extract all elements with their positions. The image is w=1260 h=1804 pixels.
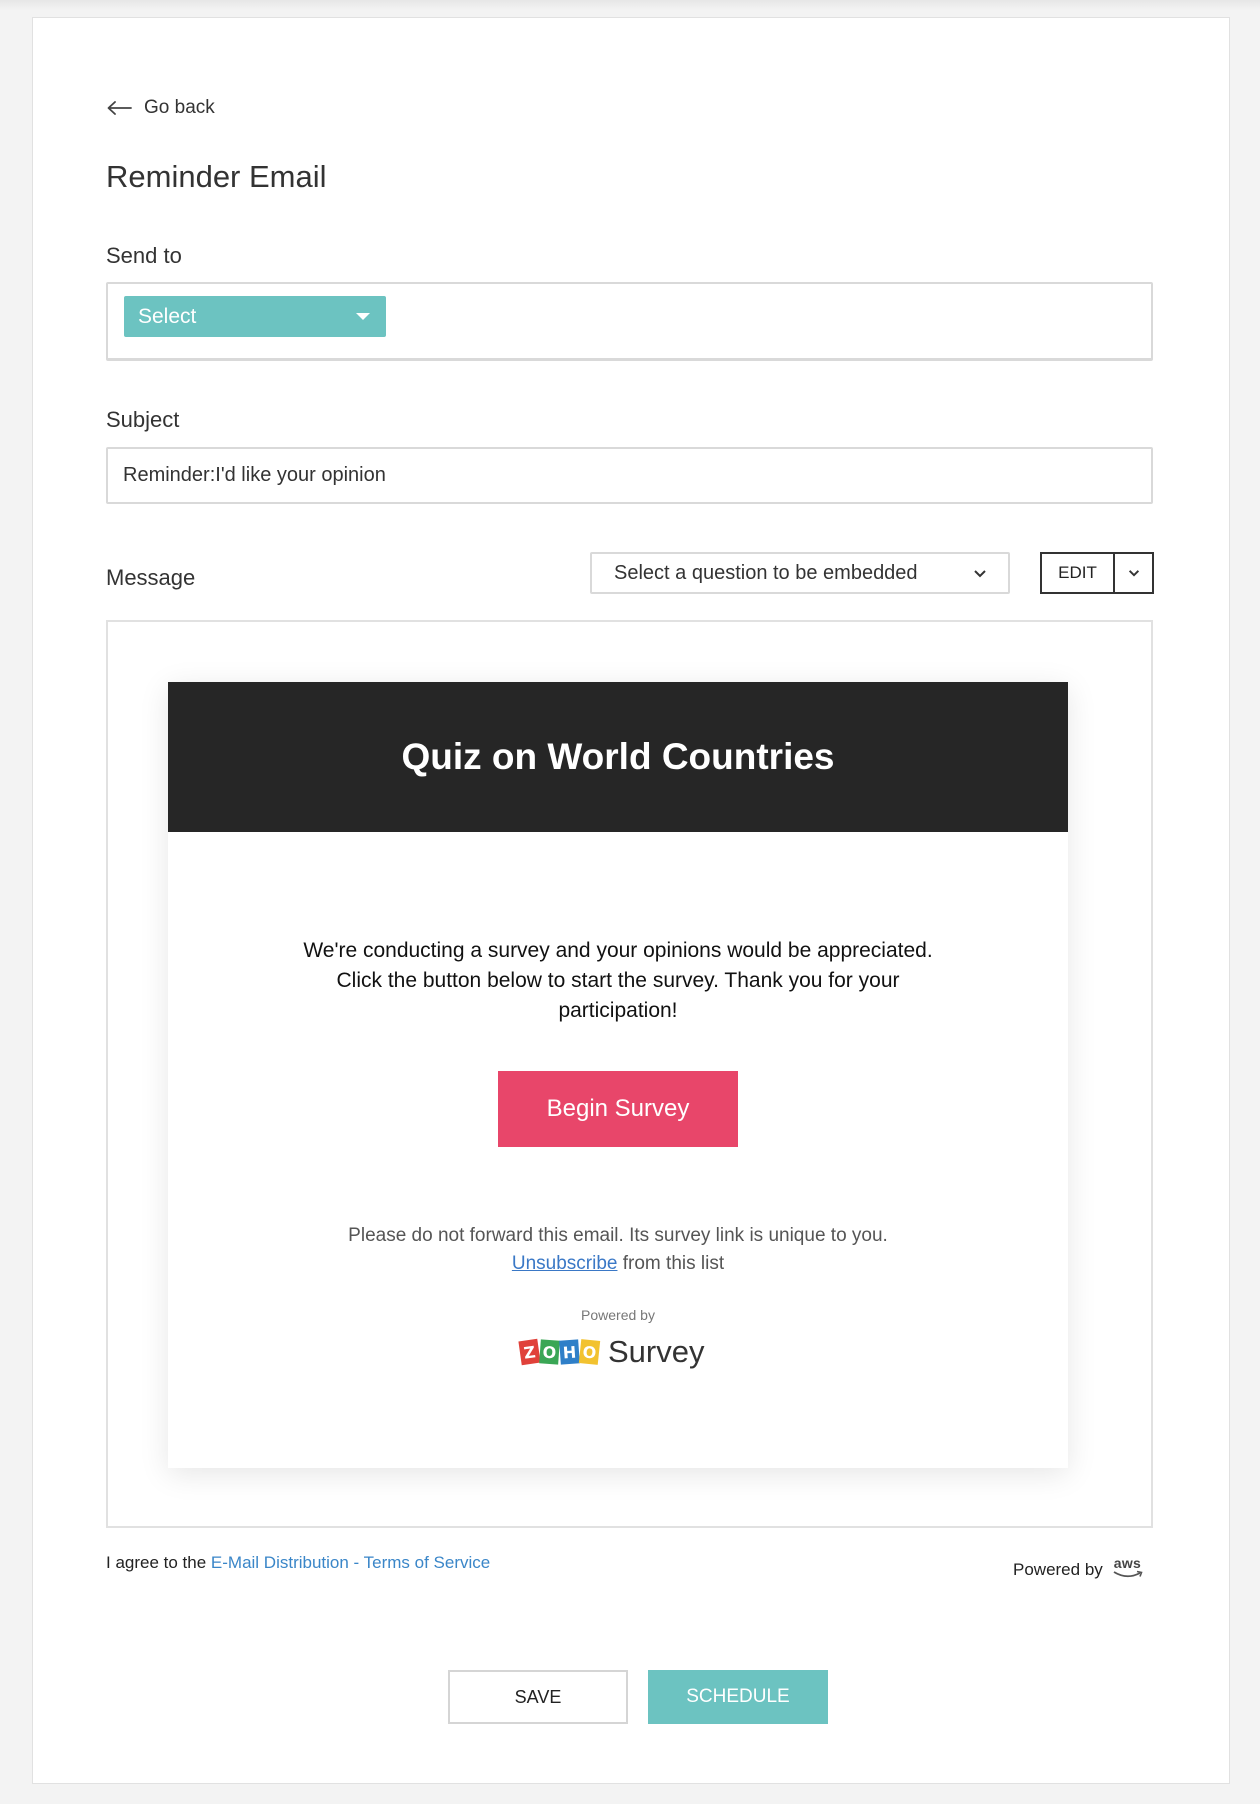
schedule-button[interactable]: SCHEDULE bbox=[648, 1670, 828, 1724]
send-to-field[interactable]: Select bbox=[106, 282, 1153, 361]
zoho-tile-h: H bbox=[559, 1339, 580, 1365]
chevron-down-icon bbox=[974, 570, 986, 578]
save-button[interactable]: SAVE bbox=[448, 1670, 628, 1724]
subject-input[interactable] bbox=[106, 447, 1153, 504]
email-footer-note: Please do not forward this email. Its su… bbox=[168, 1222, 1068, 1278]
aws-logo: aws bbox=[1112, 1555, 1146, 1583]
chevron-down-icon bbox=[1128, 570, 1139, 577]
unsubscribe-suffix: from this list bbox=[617, 1253, 725, 1274]
message-label: Message bbox=[106, 565, 196, 590]
subject-label: Subject bbox=[106, 407, 180, 432]
terms-of-service-link[interactable]: E-Mail Distribution - Terms of Service bbox=[211, 1553, 490, 1572]
powered-by-label: Powered by bbox=[581, 1307, 655, 1323]
powered-by-aws: Powered by aws bbox=[1013, 1555, 1146, 1583]
powered-by-aws-label: Powered by bbox=[1013, 1560, 1103, 1579]
unsubscribe-line: Unsubscribe from this list bbox=[168, 1250, 1068, 1278]
top-shadow bbox=[0, 0, 1260, 10]
agree-prefix: I agree to the bbox=[106, 1553, 211, 1572]
recipients-select[interactable]: Select bbox=[124, 296, 386, 337]
begin-survey-button[interactable]: Begin Survey bbox=[498, 1071, 738, 1147]
edit-button[interactable]: EDIT bbox=[1042, 554, 1115, 592]
go-back-link[interactable]: Go back bbox=[106, 94, 215, 122]
arrow-left-icon bbox=[107, 101, 132, 115]
aws-smile-icon bbox=[1113, 1570, 1143, 1578]
go-back-label: Go back bbox=[144, 97, 215, 118]
aws-logo-text: aws bbox=[1113, 1555, 1142, 1571]
email-title: Quiz on World Countries bbox=[401, 736, 835, 777]
email-header: Quiz on World Countries bbox=[168, 682, 1068, 832]
edit-options-dropdown[interactable] bbox=[1115, 554, 1152, 592]
email-preview: Quiz on World Countries We're conducting… bbox=[168, 682, 1068, 1468]
caret-down-icon bbox=[356, 313, 370, 320]
recipients-select-label: Select bbox=[138, 304, 197, 328]
survey-wordmark: Survey bbox=[608, 1334, 705, 1369]
embed-question-select-label: Select a question to be embedded bbox=[614, 561, 918, 584]
forward-note: Please do not forward this email. Its su… bbox=[348, 1225, 888, 1246]
zoho-tile-o2: O bbox=[578, 1339, 601, 1365]
embed-question-select[interactable]: Select a question to be embedded bbox=[590, 552, 1010, 594]
send-to-label: Send to bbox=[106, 243, 182, 268]
zoho-tile-z: Z bbox=[518, 1338, 541, 1366]
page-title: Reminder Email bbox=[106, 159, 327, 194]
zoho-survey-logo: Z O H O Survey bbox=[518, 1332, 705, 1372]
edit-button-group: EDIT bbox=[1040, 552, 1154, 594]
email-body-text: We're conducting a survey and your opini… bbox=[303, 939, 933, 1022]
unsubscribe-link[interactable]: Unsubscribe bbox=[512, 1253, 618, 1274]
terms-agreement: I agree to the E-Mail Distribution - Ter… bbox=[106, 1553, 490, 1573]
zoho-tile-o: O bbox=[539, 1339, 560, 1365]
